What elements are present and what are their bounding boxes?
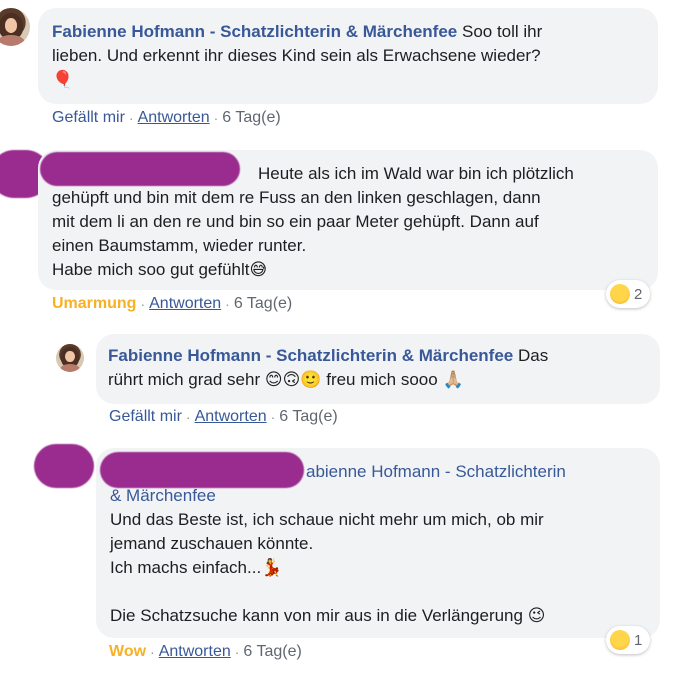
reaction-count: 2 bbox=[634, 285, 643, 303]
comment-actions: Gefällt mir · Antworten · 6 Tag(e) bbox=[109, 408, 338, 426]
balloon-emoji: 🎈 bbox=[52, 70, 74, 90]
like-link[interactable]: Gefällt mir bbox=[52, 109, 125, 127]
timestamp[interactable]: 6 Tag(e) bbox=[234, 295, 292, 313]
separator: · bbox=[234, 644, 240, 660]
comment-author[interactable]: Fabienne Hofmann - Schatzlichterin & Mär… bbox=[52, 22, 457, 41]
comment-actions: Umarmung · Antworten · 6 Tag(e) bbox=[52, 295, 292, 313]
timestamp[interactable]: 6 Tag(e) bbox=[243, 643, 301, 661]
like-link[interactable]: Gefällt mir bbox=[109, 408, 182, 426]
reply-link[interactable]: Antworten bbox=[138, 109, 210, 127]
reply-link[interactable]: Antworten bbox=[159, 643, 231, 661]
reply-link[interactable]: Antworten bbox=[195, 408, 267, 426]
reaction-count-badge[interactable]: 2 bbox=[606, 280, 651, 308]
mention-link[interactable]: abienne Hofmann - Schatzlichterin bbox=[306, 462, 566, 481]
hug-reaction-icon bbox=[610, 284, 630, 304]
comment-text-line: Die Schatzsuche kann von mir aus in die … bbox=[110, 606, 546, 626]
separator: · bbox=[213, 110, 219, 126]
comment-text-line: Und das Beste ist, ich schaue nicht mehr… bbox=[110, 510, 544, 529]
separator: · bbox=[270, 409, 276, 425]
avatar[interactable] bbox=[56, 344, 84, 372]
separator: · bbox=[225, 296, 230, 312]
comment-actions: Gefällt mir · Antworten · 6 Tag(e) bbox=[52, 109, 281, 127]
reaction-count: 1 bbox=[634, 631, 643, 649]
avatar[interactable] bbox=[0, 8, 30, 46]
timestamp[interactable]: 6 Tag(e) bbox=[279, 408, 337, 426]
separator: · bbox=[150, 644, 155, 660]
redacted-name bbox=[100, 452, 304, 488]
reaction-link[interactable]: Umarmung bbox=[52, 295, 136, 313]
comment-text-line: jemand zuschauen könnte. bbox=[110, 534, 314, 553]
comment-text-line: einen Baumstamm, wieder runter. bbox=[52, 236, 307, 255]
comment-text: Fabienne Hofmann - Schatzlichterin & Mär… bbox=[108, 346, 549, 365]
comment-bubble: Fabienne Hofmann - Schatzlichterin & Mär… bbox=[38, 8, 658, 104]
avatar-body bbox=[0, 35, 25, 46]
comment-text: Fabienne Hofmann - Schatzlichterin & Mär… bbox=[52, 22, 543, 41]
separator: · bbox=[185, 409, 191, 425]
comment-actions: Wow · Antworten · 6 Tag(e) bbox=[109, 643, 302, 661]
comment-bubble: Fabienne Hofmann - Schatzlichterin & Mär… bbox=[96, 334, 660, 404]
comment-text-line: lieben. Und erkennt ihr dieses Kind sein… bbox=[52, 46, 541, 65]
wow-reaction-icon bbox=[610, 630, 630, 650]
reply-link[interactable]: Antworten bbox=[149, 295, 221, 313]
avatar-body bbox=[59, 364, 81, 372]
comment-text-line: gehüpft und bin mit dem re Fuss an den l… bbox=[52, 188, 541, 207]
redacted-name bbox=[40, 152, 240, 186]
comment-text-line: rührt mich grad sehr 😊🙃🙂 freu mich sooo … bbox=[108, 370, 464, 390]
reaction-link[interactable]: Wow bbox=[109, 643, 146, 661]
separator: · bbox=[128, 110, 134, 126]
reaction-count-badge[interactable]: 1 bbox=[606, 626, 651, 654]
comment-text-line: mit dem li an den re und bin so ein paar… bbox=[52, 212, 539, 231]
separator: · bbox=[140, 296, 146, 312]
mention-link[interactable]: & Märchenfee bbox=[110, 486, 216, 505]
timestamp[interactable]: 6 Tag(e) bbox=[222, 109, 280, 127]
comment-author[interactable]: Fabienne Hofmann - Schatzlichterin & Mär… bbox=[108, 346, 513, 365]
redacted-avatar bbox=[34, 444, 94, 488]
comment-text-line: Ich machs einfach...💃 bbox=[110, 558, 283, 578]
comment-text-line: Habe mich soo gut gefühlt😅 bbox=[52, 260, 268, 280]
